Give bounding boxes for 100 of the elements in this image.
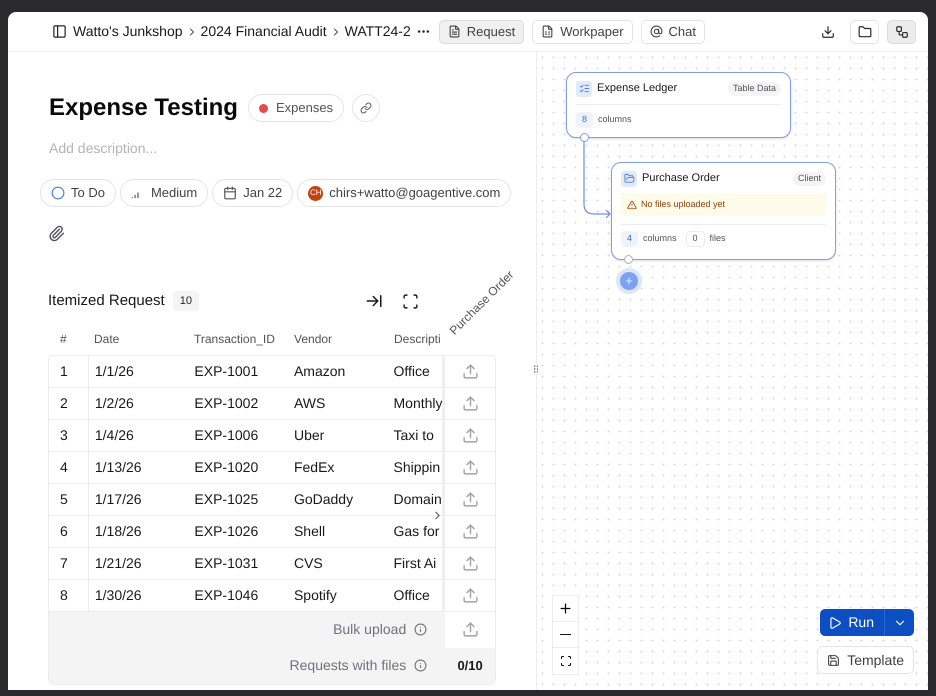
table-cell-text: EXP-1026: [194, 522, 258, 540]
workflow-button[interactable]: [887, 20, 916, 44]
table-cell-text: 6: [60, 522, 68, 540]
template-button[interactable]: Template: [817, 646, 914, 674]
table-cell-text: 1/18/26: [94, 522, 142, 540]
flow-icon: [894, 24, 908, 38]
upload-icon[interactable]: [462, 586, 479, 604]
tab[interactable]: Workpaper: [532, 20, 633, 44]
plus-icon: [558, 601, 573, 616]
breadcrumb-link[interactable]: WATT24-2: [344, 21, 411, 42]
table-cell-text: First Ai: [394, 554, 436, 572]
table-cell-text: CVS: [294, 554, 323, 572]
table-cell-text: Amazon: [294, 362, 346, 380]
section-title: Itemized Request: [48, 291, 165, 311]
table-cell-text: 1/21/26: [94, 554, 142, 572]
sidebar-toggle-icon[interactable]: [52, 24, 67, 39]
table-cell-text: 1/30/26: [94, 586, 142, 604]
column-header: Vendor: [294, 332, 332, 346]
minus-icon: [560, 634, 571, 636]
table-cell-text: 3: [60, 426, 68, 444]
table-cell-text: Domain: [394, 490, 442, 508]
table-cell-text: Office: [394, 362, 430, 380]
tab[interactable]: Request: [438, 20, 524, 44]
table-cell-text: Monthly: [394, 394, 442, 413]
tab[interactable]: Chat: [640, 20, 705, 44]
at-sign-icon: [650, 25, 663, 38]
upload-icon[interactable]: [462, 554, 479, 572]
table-cell-text: 1/2/26: [94, 394, 134, 412]
table-cell-text: EXP-1046: [194, 586, 258, 604]
upload-icon[interactable]: [462, 362, 479, 380]
plus-icon: [624, 276, 634, 286]
paperclip-icon[interactable]: [48, 225, 65, 242]
folder-button[interactable]: [850, 20, 879, 44]
play-icon: [828, 616, 842, 630]
node-type-badge: Client: [792, 172, 826, 186]
columns-label: columns: [643, 232, 677, 246]
category-tag[interactable]: Expenses: [248, 94, 344, 122]
folder-icon: [624, 173, 634, 184]
table-cell-text: 1/13/26: [94, 458, 142, 476]
list-icon: [578, 83, 590, 94]
info-icon[interactable]: [414, 659, 428, 672]
fullscreen-icon[interactable]: [402, 292, 419, 310]
table-cell-text: 1/4/26: [94, 426, 134, 444]
upload-icon[interactable]: [462, 394, 479, 412]
column-header: Descripti: [394, 332, 441, 346]
upload-icon[interactable]: [462, 426, 479, 444]
table-cell-text: EXP-1020: [194, 458, 258, 476]
table-cell-text: Shell: [294, 522, 326, 540]
table-cell-text: AWS: [294, 394, 326, 412]
table-cell-text: 2: [60, 394, 68, 412]
avatar: CH: [308, 186, 324, 200]
folder-icon: [858, 24, 872, 38]
add-node-button[interactable]: [620, 272, 638, 290]
table-cell-text: 1: [60, 362, 68, 380]
connection-handle[interactable]: [624, 255, 633, 264]
table-cell-text: 1/1/26: [94, 362, 134, 380]
table-cell-text: EXP-1031: [194, 554, 258, 572]
spreadsheet-icon: [541, 25, 554, 38]
priority-chip[interactable]: Medium: [120, 179, 208, 207]
node-title: Expense Ledger: [597, 81, 678, 96]
upload-icon[interactable]: [462, 522, 479, 540]
warning-text: No files uploaded yet: [641, 198, 726, 212]
files-count: 0/10: [456, 656, 484, 675]
column-header: Transaction_ID: [194, 332, 275, 346]
status-circle-icon: [51, 186, 65, 200]
status-chip[interactable]: To Do: [40, 179, 116, 207]
column-count: 8: [576, 112, 594, 128]
requests-with-files-label: Requests with files: [290, 656, 406, 675]
table-cell-text: Spotify: [294, 586, 337, 605]
connection-handle[interactable]: [580, 133, 589, 142]
upload-icon[interactable]: [462, 490, 479, 508]
page-title: Expense Testing: [49, 93, 238, 123]
upload-icon[interactable]: [462, 621, 479, 638]
table-cell-text: Shippin: [394, 458, 440, 477]
link-icon: [360, 102, 372, 114]
table-cell-text: Taxi to: [394, 426, 434, 444]
assignee-chip[interactable]: CH chirs+watto@goagentive.com: [297, 179, 512, 207]
table-cell-text: 8: [60, 586, 68, 604]
count-badge: 10: [172, 291, 199, 312]
table-cell-text: 4: [60, 458, 68, 476]
table-cell-text: FedEx: [294, 458, 334, 476]
info-icon[interactable]: [414, 623, 428, 636]
warning-icon: [627, 200, 637, 210]
breadcrumb-link[interactable]: 2024 Financial Audit: [200, 21, 327, 42]
table-cell-text: Uber: [294, 426, 324, 444]
file-count: 0: [686, 231, 705, 247]
link-button[interactable]: [352, 94, 380, 122]
table-cell-text: Gas for: [394, 522, 440, 540]
column-header: #: [60, 332, 67, 346]
node-type-badge: Table Data: [728, 82, 781, 96]
date-chip[interactable]: Jan 22: [212, 179, 294, 207]
table-cell-text: 1/17/26: [94, 490, 142, 508]
bulk-upload-label: Bulk upload: [333, 620, 406, 639]
table-cell-text: Office: [394, 586, 430, 604]
breadcrumb-link[interactable]: Watto's Junkshop: [73, 21, 183, 42]
description-field[interactable]: Add description...: [49, 138, 449, 159]
calendar-icon: [223, 186, 238, 200]
table-cell-text: 7: [60, 554, 68, 572]
upload-icon[interactable]: [462, 458, 479, 476]
table-cell-text: EXP-1006: [194, 426, 258, 444]
